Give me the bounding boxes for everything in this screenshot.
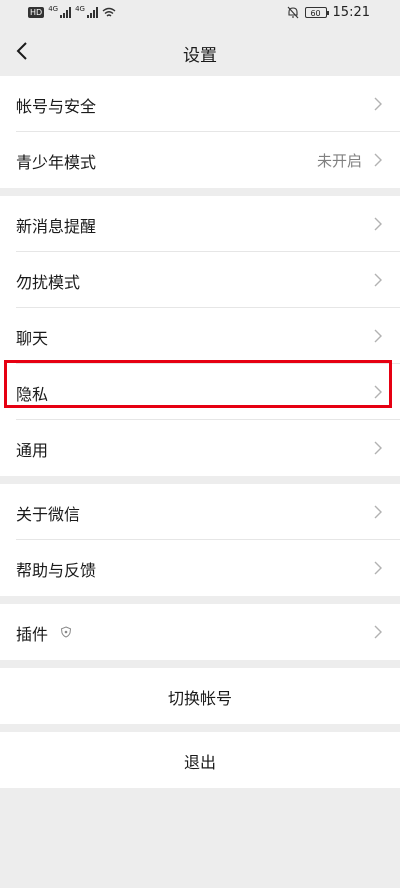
settings-group-about: 关于微信 帮助与反馈 — [0, 484, 400, 596]
settings-item-help-feedback[interactable]: 帮助与反馈 — [0, 540, 400, 596]
chevron-right-icon — [374, 441, 382, 455]
settings-item-chat[interactable]: 聊天 — [0, 308, 400, 364]
network-type-2: 4G — [75, 5, 85, 13]
settings-item-plugins[interactable]: 插件 — [0, 604, 400, 660]
wifi-icon — [102, 7, 116, 17]
hd-badge: HD — [28, 6, 45, 18]
page-title: 设置 — [183, 46, 217, 66]
logout-label: 退出 — [183, 753, 216, 772]
status-bar: HD 4G 4G 60 15:21 — [0, 0, 400, 28]
chevron-right-icon — [374, 217, 382, 231]
settings-item-account-security[interactable]: 帐号与安全 — [0, 76, 400, 132]
settings-item-new-message-alerts[interactable]: 新消息提醒 — [0, 196, 400, 252]
logout-button[interactable]: 退出 — [0, 732, 400, 788]
settings-item-label: 新消息提醒 — [16, 217, 97, 236]
settings-group-plugins: 插件 — [0, 604, 400, 660]
chevron-right-icon — [374, 625, 382, 639]
settings-item-label: 帐号与安全 — [16, 97, 97, 116]
mute-bell-icon — [287, 6, 298, 19]
switch-account-label: 切换帐号 — [167, 689, 232, 708]
clock: 15:21 — [332, 5, 370, 20]
chevron-right-icon — [374, 505, 382, 519]
status-right: 60 15:21 — [287, 5, 370, 20]
settings-item-label: 关于微信 — [16, 505, 81, 524]
chevron-right-icon — [374, 385, 382, 399]
chevron-right-icon — [374, 153, 382, 167]
settings-item-do-not-disturb[interactable]: 勿扰模式 — [0, 252, 400, 308]
teen-mode-status: 未开启 — [316, 152, 362, 170]
signal-icon-2: 4G — [75, 6, 98, 18]
nav-bar: 设置 — [0, 28, 400, 74]
switch-account-button[interactable]: 切换帐号 — [0, 668, 400, 724]
chevron-right-icon — [374, 561, 382, 575]
battery-icon: 60 — [304, 7, 329, 18]
chevron-right-icon — [374, 97, 382, 111]
settings-item-teen-mode[interactable]: 青少年模式 未开启 — [0, 132, 400, 188]
settings-item-label: 青少年模式 — [16, 153, 97, 172]
settings-item-label: 通用 — [16, 441, 49, 460]
settings-group-general: 新消息提醒 勿扰模式 聊天 隐私 通用 — [0, 196, 400, 476]
settings-item-label: 插件 — [16, 625, 49, 644]
settings-item-general[interactable]: 通用 — [0, 420, 400, 476]
settings-item-label: 聊天 — [16, 329, 49, 348]
shield-icon — [60, 626, 72, 638]
settings-item-label: 隐私 — [16, 385, 49, 404]
network-type: 4G — [48, 5, 59, 13]
signal-icon: 4G — [48, 5, 72, 18]
settings-item-label: 帮助与反馈 — [16, 561, 97, 580]
settings-item-about-wechat[interactable]: 关于微信 — [0, 484, 400, 540]
chevron-right-icon — [374, 273, 382, 287]
chevron-right-icon — [374, 329, 382, 343]
settings-group-account: 帐号与安全 青少年模式 未开启 — [0, 76, 400, 188]
status-left: HD 4G 4G — [28, 6, 116, 18]
settings-item-privacy[interactable]: 隐私 — [0, 364, 400, 420]
settings-item-label: 勿扰模式 — [16, 273, 81, 292]
